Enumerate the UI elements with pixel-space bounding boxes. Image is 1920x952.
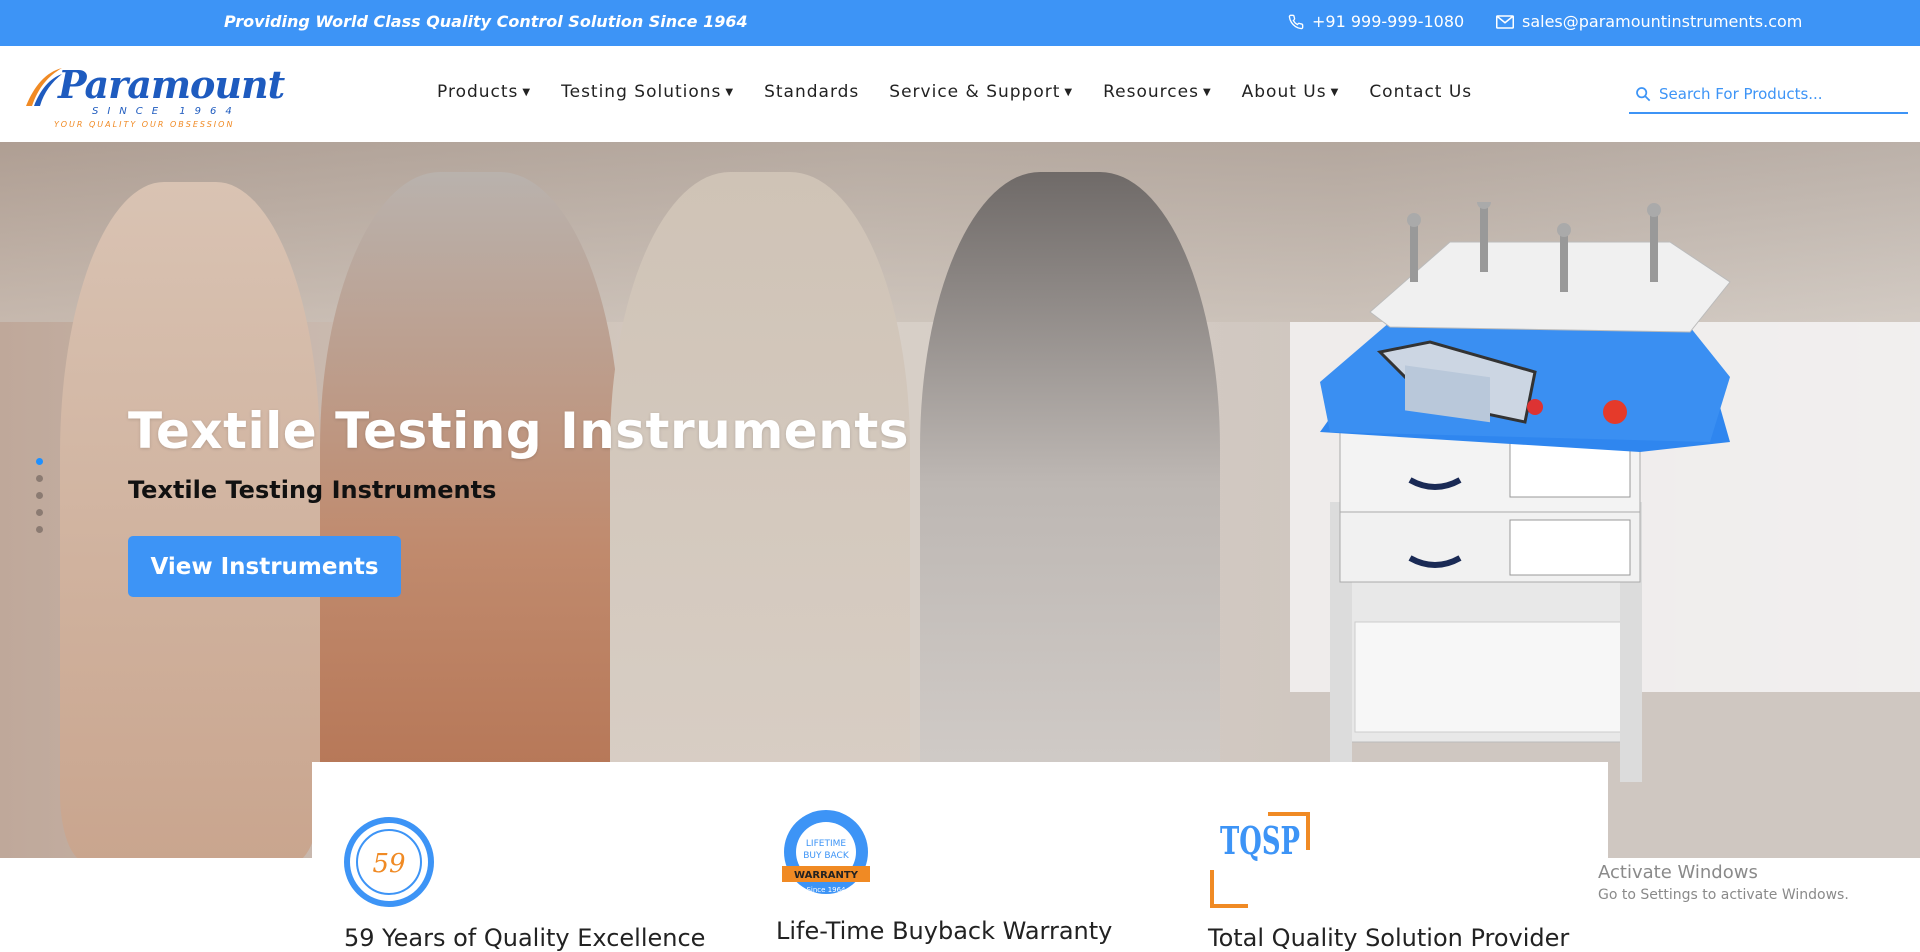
slider-dot[interactable] (36, 458, 43, 465)
nav-products[interactable]: Products ▼ (437, 82, 531, 102)
caret-down-icon: ▼ (1064, 86, 1074, 98)
tqsp-text: TQSP (1220, 818, 1300, 863)
feature-label: Total Quality Solution Provider (1208, 924, 1570, 952)
hero-figure (60, 182, 320, 858)
activate-windows-watermark: Activate Windows Go to Settings to activ… (1598, 862, 1849, 903)
tagline: Providing World Class Quality Control So… (224, 12, 748, 31)
phone-icon (1288, 14, 1304, 29)
hero-subtitle: Textile Testing Instruments (128, 476, 497, 504)
search-box (1629, 76, 1908, 114)
hero-figure (610, 172, 910, 858)
features-strip: 59 59 Years of Quality Excellence LIFETI… (312, 762, 1608, 952)
caret-down-icon: ▼ (1202, 86, 1212, 98)
search-icon[interactable] (1635, 86, 1651, 102)
badge-since-text: Since 1964 (806, 886, 846, 894)
caret-down-icon: ▼ (725, 86, 735, 98)
slider-dot[interactable] (36, 475, 43, 482)
badge-mid-text: BUY BACK (803, 851, 850, 861)
slider-dot[interactable] (36, 509, 43, 516)
tqsp-logo-icon: TQSP (1210, 812, 1310, 908)
phone-link[interactable]: +91 999-999-1080 (1288, 12, 1464, 31)
email-link[interactable]: sales@paramountinstruments.com (1496, 12, 1802, 31)
caret-down-icon: ▼ (1330, 86, 1340, 98)
logo-since: SINCE 1964 (92, 106, 241, 117)
view-instruments-button[interactable]: View Instruments (128, 536, 401, 597)
main-nav: Products ▼ Testing Solutions ▼ Standards S… (437, 82, 1502, 102)
nav-service-support[interactable]: Service & Support ▼ (889, 82, 1073, 102)
nav-standards[interactable]: Standards (764, 82, 859, 102)
watermark-line1: Activate Windows (1598, 862, 1758, 883)
email-address: sales@paramountinstruments.com (1522, 12, 1803, 31)
hero-figure (320, 172, 620, 858)
warranty-badge-icon: LIFETIME BUY BACK WARRANTY Since 1964 (782, 810, 870, 894)
logo-motto: YOUR QUALITY OUR OBSESSION (54, 120, 235, 129)
product-machine-image (1320, 202, 1731, 782)
hero-title: Textile Testing Instruments (128, 402, 909, 460)
feature-label: Life-Time Buyback Warranty (776, 917, 1113, 945)
site-header: Paramount SINCE 1964 YOUR QUALITY OUR OB… (0, 46, 1920, 142)
nav-testing-solutions[interactable]: Testing Solutions ▼ (561, 82, 734, 102)
slider-dot[interactable] (36, 526, 43, 533)
feature-label: 59 Years of Quality Excellence (344, 924, 706, 952)
nav-contact-us[interactable]: Contact Us (1369, 82, 1472, 102)
logo-brand: Paramount (58, 62, 285, 107)
mail-icon (1496, 14, 1514, 29)
slider-dots (36, 458, 43, 533)
hero-slider: Textile Testing Instruments Textile Test… (0, 142, 1920, 858)
hero-figure (920, 172, 1220, 858)
badge-top-text: LIFETIME (806, 839, 846, 849)
nav-resources[interactable]: Resources ▼ (1103, 82, 1212, 102)
watermark-line2: Go to Settings to activate Windows. (1598, 887, 1849, 903)
caret-down-icon: ▼ (522, 86, 532, 98)
badge-59-years-icon: 59 (344, 817, 434, 907)
search-input[interactable] (1659, 85, 1899, 103)
logo[interactable]: Paramount SINCE 1964 YOUR QUALITY OUR OB… (24, 58, 285, 129)
badge-59-text: 59 (372, 849, 405, 879)
nav-about-us[interactable]: About Us ▼ (1242, 82, 1340, 102)
top-bar: Providing World Class Quality Control So… (0, 0, 1920, 46)
slider-dot[interactable] (36, 492, 43, 499)
phone-number: +91 999-999-1080 (1312, 12, 1465, 31)
badge-ribbon-text: WARRANTY (794, 870, 859, 881)
